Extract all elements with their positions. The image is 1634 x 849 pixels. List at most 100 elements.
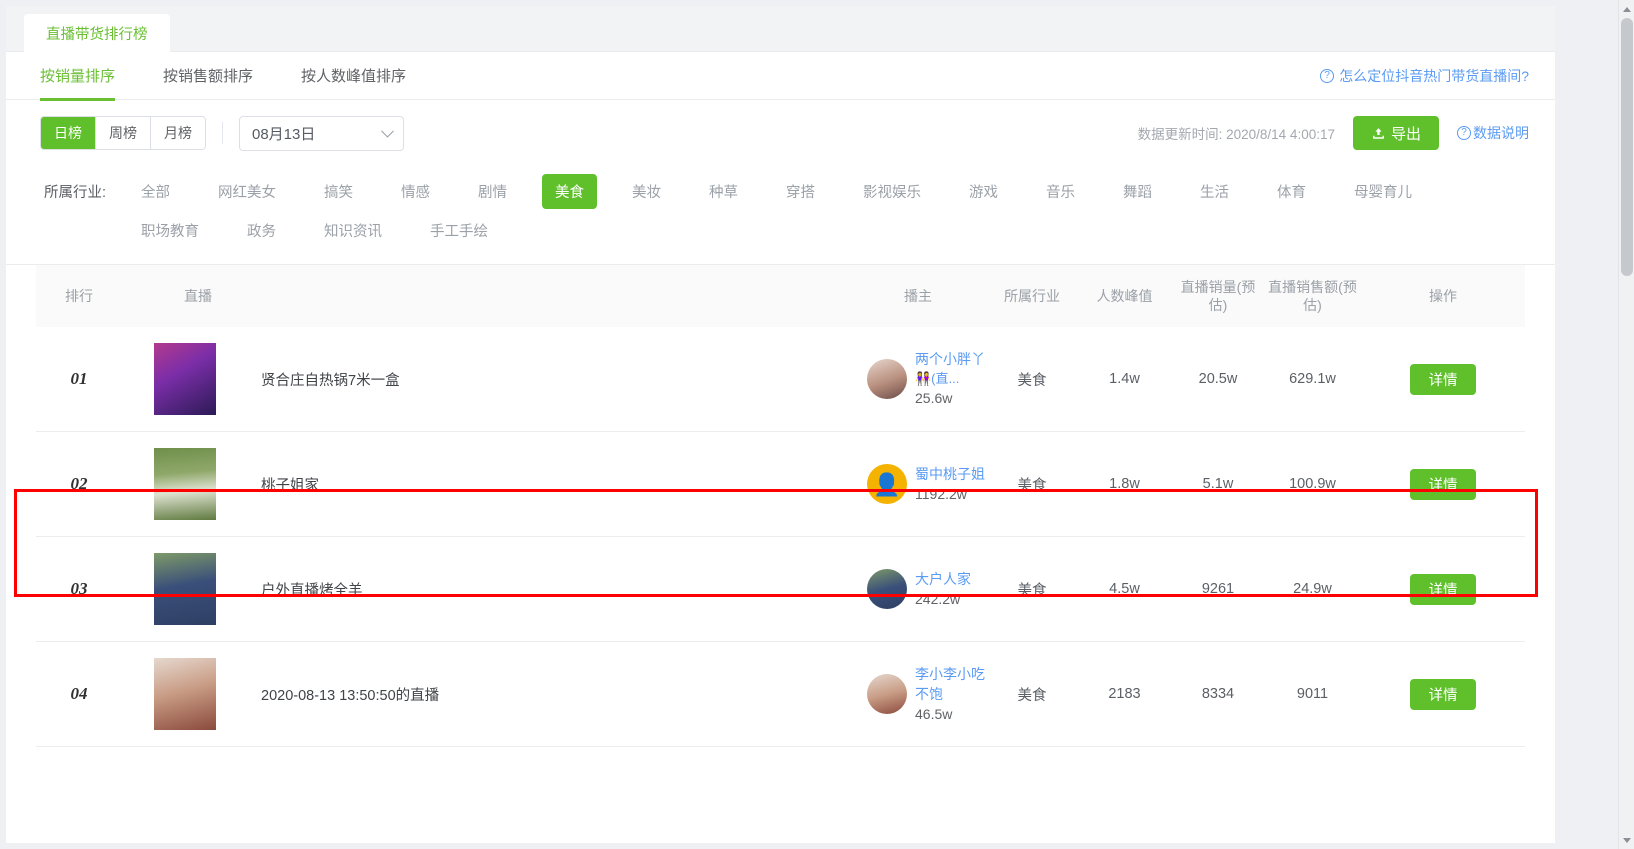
sort-tab-by-sales[interactable]: 按销售额排序 (163, 52, 253, 100)
period-option-label: 月榜 (164, 125, 192, 141)
industry-item-all[interactable]: 全部 (128, 174, 183, 209)
host-name[interactable]: 大户人家 (915, 569, 971, 589)
rank-number: 03 (70, 579, 88, 598)
chevron-down-icon (381, 124, 394, 138)
period-option-label: 周榜 (109, 125, 137, 141)
detail-button[interactable]: 详情 (1410, 573, 1476, 605)
table-row[interactable]: 01 贤合庄自热锅7米一盒 两个小胖丫 👭(直... 25.6w 美食 1.4w (36, 327, 1525, 432)
person-icon: 👤 (873, 471, 901, 497)
row-action: 详情 (1361, 468, 1525, 500)
row-industry: 美食 (1017, 582, 1047, 599)
industry-item-11[interactable]: 音乐 (1033, 174, 1088, 209)
industry-item-9[interactable]: 影视娱乐 (850, 174, 934, 209)
row-host-cell: 大户人家 242.2w (867, 569, 987, 610)
row-volume: 20.5w (1198, 371, 1238, 387)
host-name[interactable]: 蜀中桃子姐 (915, 464, 985, 484)
host-name-extra[interactable]: 不饱 (915, 684, 985, 704)
detail-button[interactable]: 详情 (1410, 363, 1476, 395)
industry-item-7[interactable]: 种草 (696, 174, 751, 209)
row-live-cell: 2020-08-13 13:50:50的直播 (122, 658, 867, 730)
industry-item-16[interactable]: 职场教育 (128, 213, 212, 248)
sort-tab-bar: 按销量排序 按销售额排序 按人数峰值排序 ? 怎么定位抖音热门带货直播间? (6, 52, 1555, 101)
avatar[interactable] (867, 569, 907, 609)
industry-item-10[interactable]: 游戏 (956, 174, 1011, 209)
column-header-sales: 直播销售额(预估) (1268, 278, 1357, 313)
industry-item-8[interactable]: 穿搭 (773, 174, 828, 209)
vertical-scrollbar[interactable] (1618, 0, 1634, 849)
help-link[interactable]: ? 怎么定位抖音热门带货直播间? (1320, 66, 1529, 86)
period-option-label: 日榜 (54, 125, 82, 141)
host-name-extra[interactable]: 👭(直... (915, 370, 985, 389)
date-select[interactable]: 08月13日 (239, 115, 404, 151)
row-action: 详情 (1361, 573, 1525, 605)
row-peak: 4.5w (1109, 581, 1140, 597)
period-option-weekly[interactable]: 周榜 (96, 117, 151, 149)
detail-button[interactable]: 详情 (1410, 468, 1476, 500)
live-title: 户外直播烤全羊 (261, 582, 363, 599)
industry-item-3[interactable]: 情感 (388, 174, 443, 209)
host-name[interactable]: 李小李小吃 (915, 664, 985, 684)
row-live-cell: 桃子姐家 (122, 448, 867, 520)
host-info: 李小李小吃 不饱 46.5w (915, 664, 985, 725)
column-header-host: 播主 (904, 288, 932, 304)
row-peak: 2183 (1108, 686, 1141, 702)
rank-number: 01 (70, 369, 88, 388)
industry-item-17[interactable]: 政务 (234, 213, 289, 248)
live-thumbnail[interactable] (154, 448, 216, 520)
industry-item-14[interactable]: 体育 (1264, 174, 1319, 209)
row-sales: 9011 (1296, 686, 1329, 702)
help-link-label: 怎么定位抖音热门带货直播间? (1339, 67, 1529, 84)
detail-button[interactable]: 详情 (1410, 678, 1476, 710)
industry-item-2[interactable]: 搞笑 (311, 174, 366, 209)
industry-item-15[interactable]: 母婴育儿 (1341, 174, 1425, 209)
row-action: 详情 (1361, 678, 1525, 710)
scroll-up-arrow-icon[interactable] (1619, 1, 1634, 17)
row-live-cell: 户外直播烤全羊 (122, 553, 867, 625)
row-rank: 01 (36, 369, 122, 389)
sort-tab-label: 按销售额排序 (163, 68, 254, 85)
scroll-down-arrow-icon[interactable] (1619, 832, 1634, 848)
question-circle-icon: ? (1320, 68, 1335, 83)
rank-number: 04 (70, 684, 88, 703)
host-info: 大户人家 242.2w (915, 569, 971, 610)
row-industry: 美食 (1017, 477, 1047, 494)
host-name[interactable]: 两个小胖丫 (915, 349, 985, 369)
period-option-monthly[interactable]: 月榜 (151, 117, 205, 149)
industry-item-18[interactable]: 知识资讯 (311, 213, 395, 248)
row-host-cell: 李小李小吃 不饱 46.5w (867, 664, 987, 725)
avatar[interactable]: 👤 (867, 464, 907, 504)
data-note-label: 数据说明 (1473, 125, 1529, 141)
row-rank: 02 (36, 474, 122, 494)
table-row[interactable]: 04 2020-08-13 13:50:50的直播 李小李小吃 不饱 46.5w… (36, 642, 1525, 747)
industry-item-4[interactable]: 剧情 (465, 174, 520, 209)
sort-tab-by-volume[interactable]: 按销量排序 (40, 52, 116, 101)
industry-item-food[interactable]: 美食 (542, 174, 598, 209)
column-header-live: 直播 (184, 288, 212, 304)
row-sales: 629.1w (1289, 371, 1336, 387)
data-note-link[interactable]: ? 数据说明 (1457, 123, 1529, 143)
period-option-daily[interactable]: 日榜 (41, 117, 96, 149)
export-button-label: 导出 (1390, 125, 1421, 143)
industry-item-6[interactable]: 美妆 (619, 174, 674, 209)
live-thumbnail[interactable] (154, 553, 216, 625)
industry-filter: 所属行业: 全部 网红美女 搞笑 情感 剧情 美食 美妆 种草 穿搭 影视娱乐 … (6, 166, 1555, 265)
export-button[interactable]: 导出 (1352, 116, 1439, 150)
live-thumbnail[interactable] (154, 343, 216, 415)
live-title: 贤合庄自热锅7米一盒 (261, 372, 400, 389)
avatar[interactable] (867, 359, 907, 399)
scrollbar-thumb[interactable] (1621, 18, 1633, 276)
divider (222, 122, 223, 144)
row-volume: 9261 (1201, 581, 1235, 597)
sort-tab-by-peak[interactable]: 按人数峰值排序 (301, 52, 406, 100)
industry-item-13[interactable]: 生活 (1187, 174, 1242, 209)
table-row[interactable]: 03 户外直播烤全羊 大户人家 242.2w 美食 4.5w 9261 24.9… (36, 537, 1525, 642)
tab-live-ecommerce-ranking[interactable]: 直播带货排行榜 (24, 14, 170, 52)
period-filter-bar: 日榜 周榜 月榜 08月13日 数据更新时间: 2020/8/14 4:00:1… (6, 100, 1555, 166)
industry-item-1[interactable]: 网红美女 (205, 174, 289, 209)
avatar[interactable] (867, 673, 907, 714)
industry-item-12[interactable]: 舞蹈 (1110, 174, 1165, 209)
table-row[interactable]: 02 桃子姐家 👤 蜀中桃子姐 1192.2w 美食 1.8w 5.1w 100… (36, 432, 1525, 537)
industry-item-19[interactable]: 手工手绘 (417, 213, 501, 248)
host-fans: 242.2w (915, 591, 961, 607)
live-thumbnail[interactable] (154, 658, 216, 730)
